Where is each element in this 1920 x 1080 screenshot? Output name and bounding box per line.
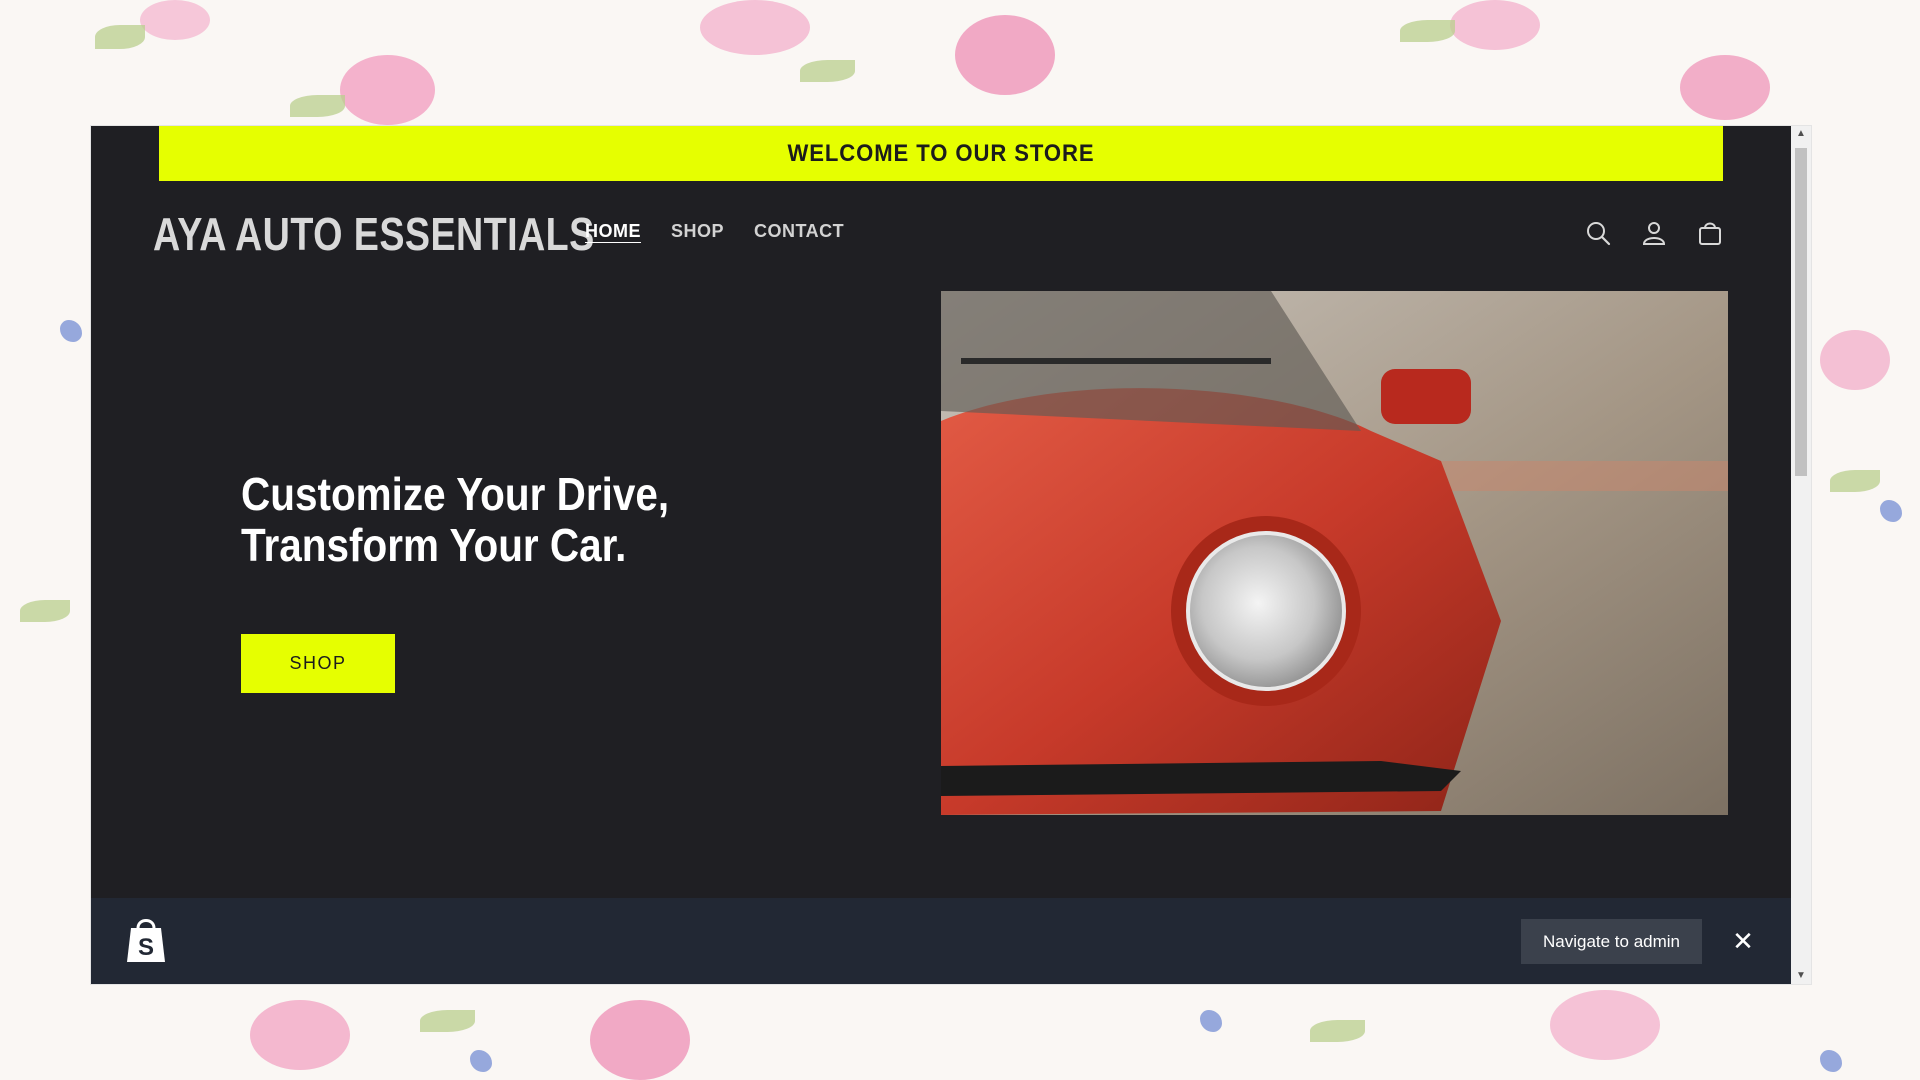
flower-decoration xyxy=(955,15,1055,95)
shopify-admin-bar: S Navigate to admin ✕ xyxy=(91,898,1791,984)
cart-icon[interactable] xyxy=(1697,220,1723,246)
flower-decoration xyxy=(250,1000,350,1070)
nav-contact[interactable]: CONTACT xyxy=(754,221,844,242)
flower-decoration xyxy=(1820,1050,1842,1072)
leaf-decoration xyxy=(800,60,855,82)
nav-shop[interactable]: SHOP xyxy=(671,221,724,242)
leaf-decoration xyxy=(1400,20,1455,42)
hero-title: Customize Your Drive, Transform Your Car… xyxy=(241,468,670,571)
flower-decoration xyxy=(1820,330,1890,390)
leaf-decoration xyxy=(95,25,145,49)
leaf-decoration xyxy=(420,1010,475,1032)
site-header: AYA AUTO ESSENTIALS HOME SHOP CONTACT xyxy=(91,181,1791,291)
flower-decoration xyxy=(140,0,210,40)
browser-viewport: WELCOME TO OUR STORE AYA AUTO ESSENTIALS… xyxy=(91,126,1811,984)
flower-decoration xyxy=(700,0,810,55)
scroll-down-arrow-icon[interactable]: ▼ xyxy=(1791,968,1811,984)
flower-decoration xyxy=(1450,0,1540,50)
svg-text:S: S xyxy=(138,934,154,961)
leaf-decoration xyxy=(290,95,345,117)
header-icons xyxy=(1585,220,1723,246)
hero-shop-button[interactable]: SHOP xyxy=(241,634,395,693)
flower-decoration xyxy=(1200,1010,1222,1032)
scrollbar[interactable]: ▲ ▼ xyxy=(1791,126,1811,984)
flower-decoration xyxy=(470,1050,492,1072)
scrollbar-thumb[interactable] xyxy=(1795,148,1807,476)
nav-home[interactable]: HOME xyxy=(585,221,641,242)
navigate-to-admin-button[interactable]: Navigate to admin xyxy=(1521,919,1702,964)
flower-decoration xyxy=(590,1000,690,1080)
flower-decoration xyxy=(1880,500,1902,522)
store-logo[interactable]: AYA AUTO ESSENTIALS xyxy=(153,207,595,261)
hero-banner: Customize Your Drive, Transform Your Car… xyxy=(91,291,1791,841)
search-icon[interactable] xyxy=(1585,220,1611,246)
announcement-text: WELCOME TO OUR STORE xyxy=(787,139,1095,167)
flower-decoration xyxy=(340,55,435,125)
flower-decoration xyxy=(1680,55,1770,120)
red-car-headlight-photo xyxy=(941,291,1728,815)
account-icon[interactable] xyxy=(1641,220,1667,246)
main-nav: HOME SHOP CONTACT xyxy=(585,221,844,242)
leaf-decoration xyxy=(20,600,70,622)
leaf-decoration xyxy=(1830,470,1880,492)
flower-decoration xyxy=(60,320,82,342)
leaf-decoration xyxy=(1310,1020,1365,1042)
announcement-bar: WELCOME TO OUR STORE xyxy=(159,126,1723,181)
flower-decoration xyxy=(1550,990,1660,1060)
scroll-up-arrow-icon[interactable]: ▲ xyxy=(1791,126,1811,142)
hero-image xyxy=(941,291,1728,815)
shopify-bag-icon: S xyxy=(127,919,165,962)
close-icon[interactable]: ✕ xyxy=(1727,925,1759,957)
